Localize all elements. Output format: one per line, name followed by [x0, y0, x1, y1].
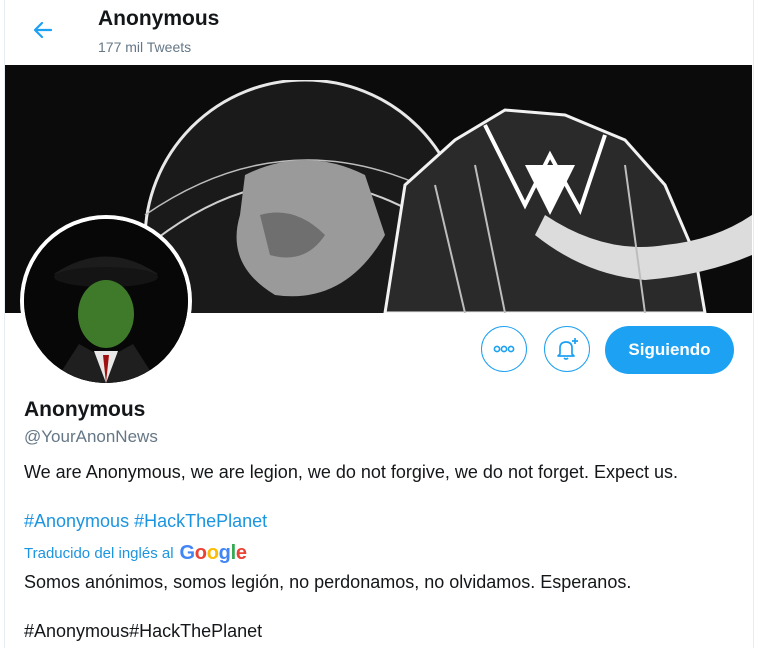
profile-header: Anonymous 177 mil Tweets — [5, 0, 753, 64]
more-dots-icon — [493, 345, 515, 353]
profile-column: Anonymous 177 mil Tweets Siguiendo Anony… — [4, 0, 754, 648]
avatar[interactable] — [20, 215, 192, 387]
translated-bio: Somos anónimos, somos legión, no perdona… — [24, 572, 632, 592]
hashtag-link[interactable]: #HackThePlanet — [134, 511, 267, 531]
translated-label: Traducido del inglés al — [24, 545, 174, 562]
following-button[interactable]: Siguiendo — [605, 326, 734, 374]
bio-hashtags: #Anonymous #HackThePlanet — [24, 511, 267, 532]
back-button[interactable] — [29, 16, 57, 44]
notifications-button[interactable] — [544, 326, 590, 372]
profile-handle: @YourAnonNews — [24, 427, 158, 446]
arrow-left-icon — [33, 21, 53, 39]
hashtag-link[interactable]: #Anonymous — [24, 511, 129, 531]
header-name: Anonymous — [98, 7, 220, 30]
translated-hashtags: #Anonymous#HackThePlanet — [24, 621, 263, 641]
translated-by-google-link[interactable]: Traducido del inglés al Google — [24, 542, 247, 565]
bell-plus-icon — [557, 338, 578, 360]
profile-bio: We are Anonymous, we are legion, we do n… — [24, 462, 679, 482]
tweet-count: 177 mil Tweets — [98, 39, 192, 55]
more-options-button[interactable] — [481, 326, 527, 372]
google-logo: Google — [179, 542, 247, 564]
avatar-image — [24, 219, 188, 383]
profile-name: Anonymous — [24, 398, 146, 421]
